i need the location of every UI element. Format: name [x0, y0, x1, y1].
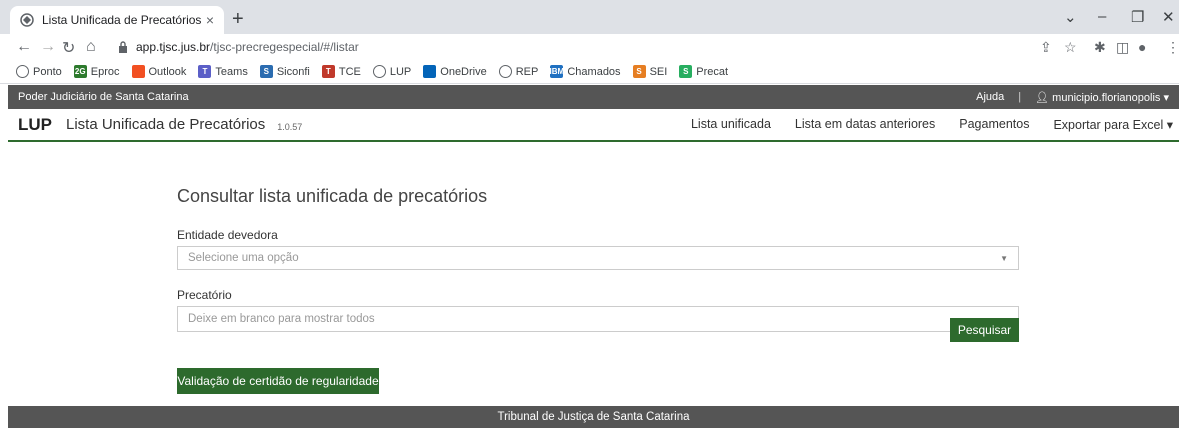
- bookmark-chamados[interactable]: IBM Chamados: [549, 65, 621, 78]
- teams-icon: T: [198, 65, 212, 78]
- tab-search-icon[interactable]: ⌄: [1064, 8, 1077, 26]
- globe-icon: [16, 65, 29, 78]
- bookmark-label: REP: [515, 65, 539, 78]
- user-name: municipio.florianopolis: [1052, 91, 1161, 104]
- search-button[interactable]: Pesquisar: [950, 318, 1019, 342]
- maximize-icon[interactable]: ❐: [1131, 8, 1144, 26]
- entity-label: Entidade devedora: [177, 228, 278, 242]
- back-icon[interactable]: ←: [16, 38, 32, 56]
- siconfi-icon: S: [259, 65, 273, 78]
- bookmark-precat[interactable]: S Precat: [679, 65, 728, 78]
- precat-icon: S: [679, 65, 693, 78]
- menu-exportar-label: Exportar para Excel: [1053, 118, 1164, 132]
- precatorio-label: Precatório: [177, 288, 232, 302]
- eproc-icon: 2G: [73, 65, 87, 78]
- page-footer: Tribunal de Justiça de Santa Catarina: [8, 406, 1179, 428]
- menu-pagamentos[interactable]: Pagamentos: [959, 117, 1029, 132]
- tce-icon: T: [321, 65, 335, 78]
- menu-exportar-excel[interactable]: Exportar para Excel ▾: [1053, 117, 1173, 132]
- bookmark-label: Chamados: [567, 65, 621, 78]
- reload-icon[interactable]: ↻: [62, 38, 75, 58]
- tab-close-icon[interactable]: ×: [206, 12, 214, 28]
- caret-down-icon: ▼: [1000, 253, 1008, 263]
- url-field[interactable]: app.tjsc.jus.br/tjsc-precregespecial/#/l…: [104, 36, 1004, 58]
- bookmark-teams[interactable]: T Teams: [198, 65, 248, 78]
- bookmark-label: TCE: [338, 65, 361, 78]
- app-topbar: Poder Judiciário de Santa Catarina Ajuda…: [8, 85, 1179, 109]
- bookmark-siconfi[interactable]: S Siconfi: [259, 65, 310, 78]
- url-path: /tjsc-precregespecial/#/listar: [210, 40, 359, 54]
- brand-logo[interactable]: LUP: [18, 115, 52, 135]
- entity-select-placeholder: Selecione uma opção: [188, 252, 299, 264]
- bookmark-label: Siconfi: [276, 65, 310, 78]
- browser-tab[interactable]: Lista Unificada de Precatórios ×: [10, 6, 224, 34]
- bookmark-label: OneDrive: [440, 65, 487, 78]
- org-name: Poder Judiciário de Santa Catarina: [18, 91, 189, 103]
- browser-tabstrip: Lista Unificada de Precatórios × + ⌄ – ❐…: [0, 0, 1179, 34]
- bookmark-sei[interactable]: S SEI: [632, 65, 668, 78]
- bookmark-label: Eproc: [90, 65, 120, 78]
- profile-icon[interactable]: ●: [1138, 39, 1146, 55]
- bookmark-label: Ponto: [33, 65, 62, 78]
- bookmark-outlook[interactable]: Outlook: [131, 65, 187, 78]
- new-tab-button[interactable]: +: [232, 8, 244, 31]
- share-icon[interactable]: ⇪: [1040, 39, 1052, 56]
- caret-down-icon: ▾: [1163, 91, 1169, 104]
- home-icon[interactable]: ⌂: [86, 38, 96, 56]
- topbar-separator: |: [1018, 91, 1022, 103]
- bookmarks-bar: Ponto 2G Eproc Outlook T Teams S Siconfi T TCE LUP…: [0, 60, 1179, 84]
- footer-text: Tribunal de Justiça de Santa Catarina: [497, 411, 690, 423]
- bookmark-rep[interactable]: REP: [498, 65, 539, 78]
- app-title: Lista Unificada de Precatórios: [66, 116, 266, 133]
- menu-lista-datas-anteriores[interactable]: Lista em datas anteriores: [795, 117, 935, 132]
- ibm-icon: IBM: [549, 65, 565, 78]
- sidepanel-icon[interactable]: ◫: [1116, 39, 1129, 56]
- menu-lista-unificada[interactable]: Lista unificada: [691, 117, 771, 132]
- url-host: app.tjsc.jus.br: [136, 40, 211, 54]
- forward-icon[interactable]: →: [40, 38, 56, 56]
- precatorio-input[interactable]: [177, 306, 1019, 332]
- entity-select[interactable]: Selecione uma opção ▼: [177, 246, 1019, 270]
- sei-icon: S: [632, 65, 646, 78]
- globe-icon: [372, 65, 386, 78]
- extensions-icon[interactable]: ✱: [1094, 39, 1106, 56]
- bookmark-label: Outlook: [148, 65, 187, 78]
- validate-certificate-button[interactable]: Validação de certidão de regularidade: [177, 368, 379, 394]
- globe-icon: [498, 65, 512, 78]
- bookmark-ponto[interactable]: Ponto: [16, 65, 62, 78]
- help-link[interactable]: Ajuda: [976, 91, 1004, 103]
- bookmark-lup[interactable]: LUP: [372, 65, 412, 78]
- bookmark-tce[interactable]: T TCE: [321, 65, 361, 78]
- bookmark-label: LUP: [389, 65, 412, 78]
- outlook-icon: [131, 65, 145, 78]
- app-version: 1.0.57: [277, 121, 303, 132]
- lock-icon: [119, 41, 127, 53]
- bookmark-label: SEI: [649, 65, 668, 78]
- app-navbar: LUP Lista Unificada de Precatórios 1.0.5…: [8, 109, 1179, 142]
- page-title: Consultar lista unificada de precatórios: [177, 186, 488, 206]
- main-menu: Lista unificada Lista em datas anteriore…: [667, 117, 1173, 132]
- globe-icon: [20, 13, 34, 27]
- bookmark-label: Teams: [215, 65, 248, 78]
- bookmark-label: Precat: [696, 65, 729, 78]
- window-close-icon[interactable]: ✕: [1162, 8, 1175, 26]
- bookmark-eproc[interactable]: 2G Eproc: [73, 65, 120, 78]
- user-menu[interactable]: 👤︎ municipio.florianopolis ▾: [1035, 91, 1169, 104]
- tab-title: Lista Unificada de Precatórios: [42, 13, 202, 27]
- address-bar: ← → ↻ ⌂ app.tjsc.jus.br/tjsc-precregespe…: [0, 34, 1179, 60]
- user-icon: 👤︎: [1035, 91, 1050, 104]
- search-form: Consultar lista unificada de precatórios…: [177, 186, 1019, 394]
- caret-down-icon: ▾: [1166, 118, 1173, 132]
- bookmark-star-icon[interactable]: ☆: [1064, 39, 1077, 56]
- more-menu-icon[interactable]: ⋮: [1166, 39, 1179, 56]
- bookmark-onedrive[interactable]: OneDrive: [423, 65, 487, 78]
- onedrive-icon: [423, 65, 437, 78]
- minimize-icon[interactable]: –: [1098, 8, 1106, 25]
